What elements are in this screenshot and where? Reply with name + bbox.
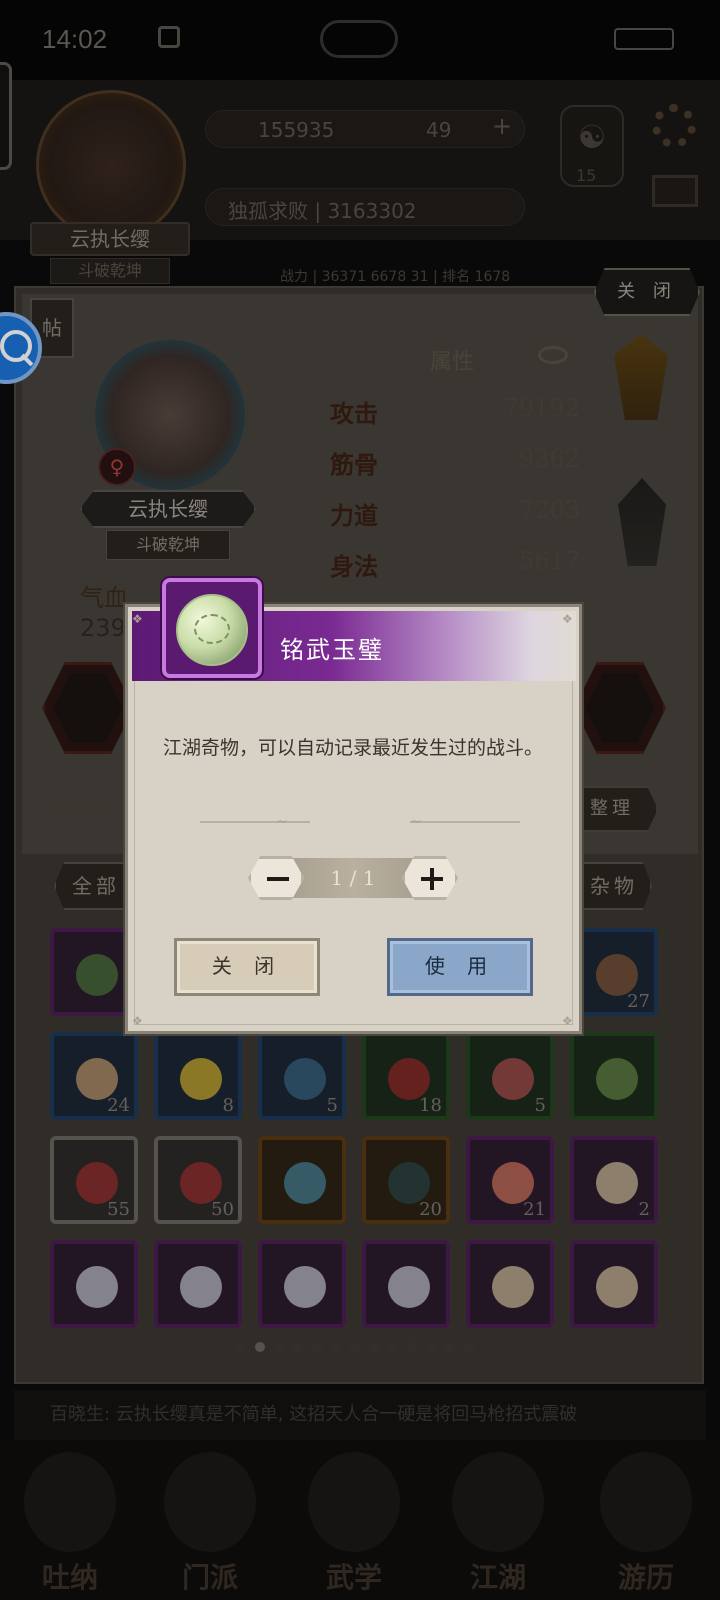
corner-ornament: ❖: [562, 612, 573, 626]
item-name: 铭武玉璧: [280, 636, 384, 664]
divider-ornament: ~: [276, 814, 288, 830]
divider-right: [410, 821, 520, 823]
corner-ornament: ❖: [132, 1014, 143, 1028]
divider-left: [200, 821, 310, 823]
corner-ornament: ❖: [562, 1014, 573, 1028]
dialog-close-button[interactable]: 关 闭: [174, 938, 320, 996]
corner-ornament: ❖: [132, 612, 143, 626]
use-item-button[interactable]: 使 用: [387, 938, 533, 996]
jade-pattern: [194, 614, 230, 644]
quantity-value: 1 / 1: [330, 866, 376, 890]
item-description: 江湖奇物，可以自动记录最近发生过的战斗。: [163, 737, 544, 759]
divider-ornament: ~: [410, 814, 422, 830]
